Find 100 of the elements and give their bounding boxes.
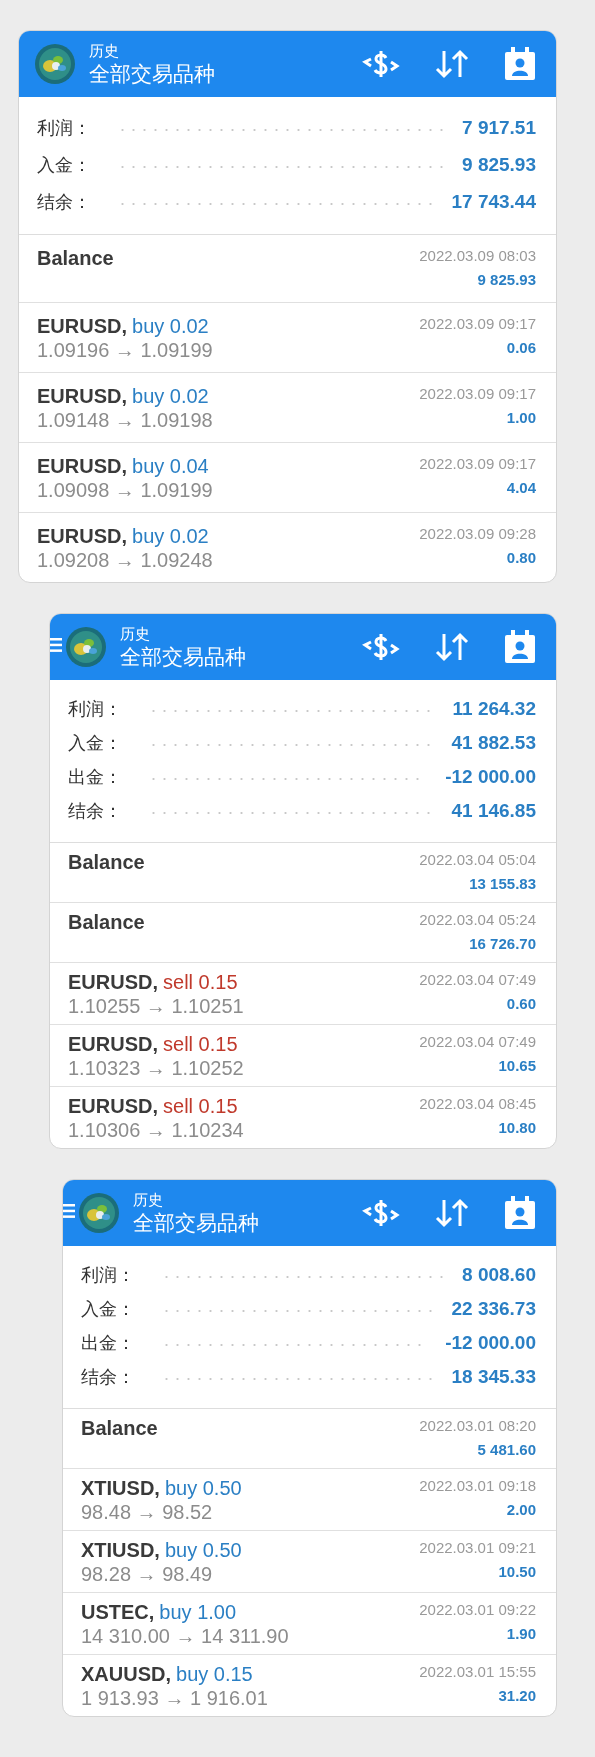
symbol-text: Balance xyxy=(68,851,145,874)
currency-exchange-icon[interactable] xyxy=(362,49,400,79)
price-text: 1.09208 → 1.09248 xyxy=(37,549,213,572)
sort-icon[interactable] xyxy=(434,631,470,663)
symbol-filter-title[interactable]: 全部交易品种 xyxy=(120,643,362,670)
profit-value: 2.00 xyxy=(506,1501,536,1518)
deal-time: 2022.03.01 09:21 xyxy=(419,1539,536,1556)
summary-label: 利润： xyxy=(81,1264,136,1287)
deal-row[interactable]: Balance 2022.03.09 08:03 9 825.93 xyxy=(19,235,556,303)
profit-value: 31.20 xyxy=(498,1687,536,1704)
summary-value: 22 336.73 xyxy=(451,1298,536,1320)
sort-icon[interactable] xyxy=(434,48,470,80)
profit-value: 16 726.70 xyxy=(469,935,536,952)
deal-row[interactable]: Balance 2022.03.04 05:04 13 155.83 xyxy=(50,843,556,903)
summary-label: 结余： xyxy=(37,190,92,214)
order-text: buy 0.02 xyxy=(132,315,209,338)
deal-row[interactable]: EURUSD, sell 0.15 1.10255 → 1.10251 2022.03.04 07:49 0.60 xyxy=(50,963,556,1025)
header-title: 历史 xyxy=(89,41,120,60)
price-text: 1.09196 → 1.09199 xyxy=(37,339,213,362)
summary-value: 18 345.33 xyxy=(451,1366,536,1388)
profit-value: 0.80 xyxy=(506,549,536,566)
deal-row[interactable]: XTIUSD, buy 0.50 98.48 → 98.52 2022.03.01 09:18 2.00 xyxy=(63,1469,556,1531)
menu-icon[interactable] xyxy=(63,1203,75,1219)
order-text: sell 0.15 xyxy=(163,1033,238,1056)
symbol-text: USTEC, xyxy=(81,1601,155,1624)
profit-value: 5 481.60 xyxy=(477,1441,536,1458)
symbol-text: Balance xyxy=(37,247,114,270)
symbol-text: Balance xyxy=(68,911,145,934)
summary-label: 出金： xyxy=(81,1332,136,1355)
order-text: buy 0.50 xyxy=(164,1477,242,1500)
profit-value: 1.90 xyxy=(506,1625,536,1642)
symbol-filter-title[interactable]: 全部交易品种 xyxy=(89,60,362,87)
order-text: buy 1.00 xyxy=(159,1601,237,1624)
header-title: 历史 xyxy=(120,624,151,643)
symbol-text: EURUSD, xyxy=(68,971,158,994)
deal-time: 2022.03.09 09:28 xyxy=(419,525,536,542)
summary-label: 出金： xyxy=(68,766,123,789)
deal-row[interactable]: USTEC, buy 1.00 14 310.00 → 14 311.90 2022.03.01 09:22 1.90 xyxy=(63,1593,556,1655)
symbol-text: Balance xyxy=(81,1417,158,1440)
deal-row[interactable]: Balance 2022.03.04 05:24 16 726.70 xyxy=(50,903,556,963)
deal-time: 2022.03.09 09:17 xyxy=(419,385,536,402)
price-text: 98.48 → 98.52 xyxy=(81,1501,214,1524)
price-text: 98.28 → 98.49 xyxy=(81,1563,214,1586)
deal-row[interactable]: EURUSD, buy 0.02 1.09208 → 1.09248 2022.03.09 09:28 0.80 xyxy=(19,513,556,582)
symbol-text: XTIUSD, xyxy=(81,1477,160,1500)
symbol-filter-title[interactable]: 全部交易品种 xyxy=(133,1209,362,1236)
deal-time: 2022.03.09 09:17 xyxy=(419,315,536,332)
deal-row[interactable]: EURUSD, buy 0.02 1.09148 → 1.09198 2022.03.09 09:17 1.00 xyxy=(19,373,556,443)
currency-exchange-icon[interactable] xyxy=(362,632,400,662)
symbol-text: EURUSD, xyxy=(68,1095,158,1118)
symbol-text: EURUSD, xyxy=(37,315,127,338)
currency-exchange-icon[interactable] xyxy=(362,1198,400,1228)
summary-value: 8 008.60 xyxy=(462,1264,536,1286)
symbol-text: EURUSD, xyxy=(37,455,127,478)
symbol-text: EURUSD, xyxy=(37,385,127,408)
deal-time: 2022.03.04 07:49 xyxy=(419,1033,536,1050)
summary-value: 17 743.44 xyxy=(451,190,536,213)
summary-value: 7 917.51 xyxy=(462,116,536,139)
symbol-text: XTIUSD, xyxy=(81,1539,160,1562)
price-text: 1.09148 → 1.09198 xyxy=(37,409,213,432)
deal-time: 2022.03.04 05:04 xyxy=(419,851,536,868)
price-text: 1.10323 → 1.10252 xyxy=(68,1057,244,1080)
symbol-text: EURUSD, xyxy=(37,525,127,548)
summary-value: 9 825.93 xyxy=(462,153,536,176)
app-logo-icon xyxy=(79,1193,119,1233)
price-text: 1.10306 → 1.10234 xyxy=(68,1119,244,1142)
summary-label: 利润： xyxy=(37,116,92,140)
deal-time: 2022.03.04 08:45 xyxy=(419,1095,536,1112)
header-title: 历史 xyxy=(133,1190,164,1209)
deal-row[interactable]: Balance 2022.03.01 08:20 5 481.60 xyxy=(63,1409,556,1469)
summary-label: 结余： xyxy=(81,1366,136,1389)
calendar-icon[interactable] xyxy=(504,630,536,664)
deal-time: 2022.03.04 05:24 xyxy=(419,911,536,928)
order-text: buy 0.04 xyxy=(132,455,209,478)
deal-row[interactable]: EURUSD, buy 0.04 1.09098 → 1.09199 2022.03.09 09:17 4.04 xyxy=(19,443,556,513)
price-text: 1.10255 → 1.10251 xyxy=(68,995,244,1018)
menu-icon[interactable] xyxy=(50,637,62,653)
summary-label: 入金： xyxy=(81,1298,136,1321)
app-logo-icon xyxy=(66,627,106,667)
order-text: sell 0.15 xyxy=(163,1095,238,1118)
sort-icon[interactable] xyxy=(434,1197,470,1229)
deal-row[interactable]: EURUSD, sell 0.15 1.10306 → 1.10234 2022.03.04 08:45 10.80 xyxy=(50,1087,556,1148)
summary-value: -12 000.00 xyxy=(445,766,536,788)
profit-value: 10.50 xyxy=(498,1563,536,1580)
app-logo-icon xyxy=(35,44,75,84)
profit-value: 0.60 xyxy=(506,995,536,1012)
order-text: buy 0.15 xyxy=(176,1663,253,1686)
order-text: buy 0.02 xyxy=(132,525,209,548)
deal-row[interactable]: EURUSD, buy 0.02 1.09196 → 1.09199 2022.03.09 09:17 0.06 xyxy=(19,303,556,373)
deal-row[interactable]: XTIUSD, buy 0.50 98.28 → 98.49 2022.03.01 09:21 10.50 xyxy=(63,1531,556,1593)
calendar-icon[interactable] xyxy=(504,47,536,81)
symbol-text: XAUUSD, xyxy=(81,1663,171,1686)
calendar-icon[interactable] xyxy=(504,1196,536,1230)
deal-time: 2022.03.01 08:20 xyxy=(419,1417,536,1434)
deal-row[interactable]: XAUUSD, buy 0.15 1 913.93 → 1 916.01 2022.03.01 15:55 31.20 xyxy=(63,1655,556,1716)
deal-row[interactable]: EURUSD, sell 0.15 1.10323 → 1.10252 2022.03.04 07:49 10.65 xyxy=(50,1025,556,1087)
price-text: 1.09098 → 1.09199 xyxy=(37,479,213,502)
deal-time: 2022.03.01 09:18 xyxy=(419,1477,536,1494)
profit-value: 9 825.93 xyxy=(477,271,536,288)
summary-value: -12 000.00 xyxy=(445,1332,536,1354)
